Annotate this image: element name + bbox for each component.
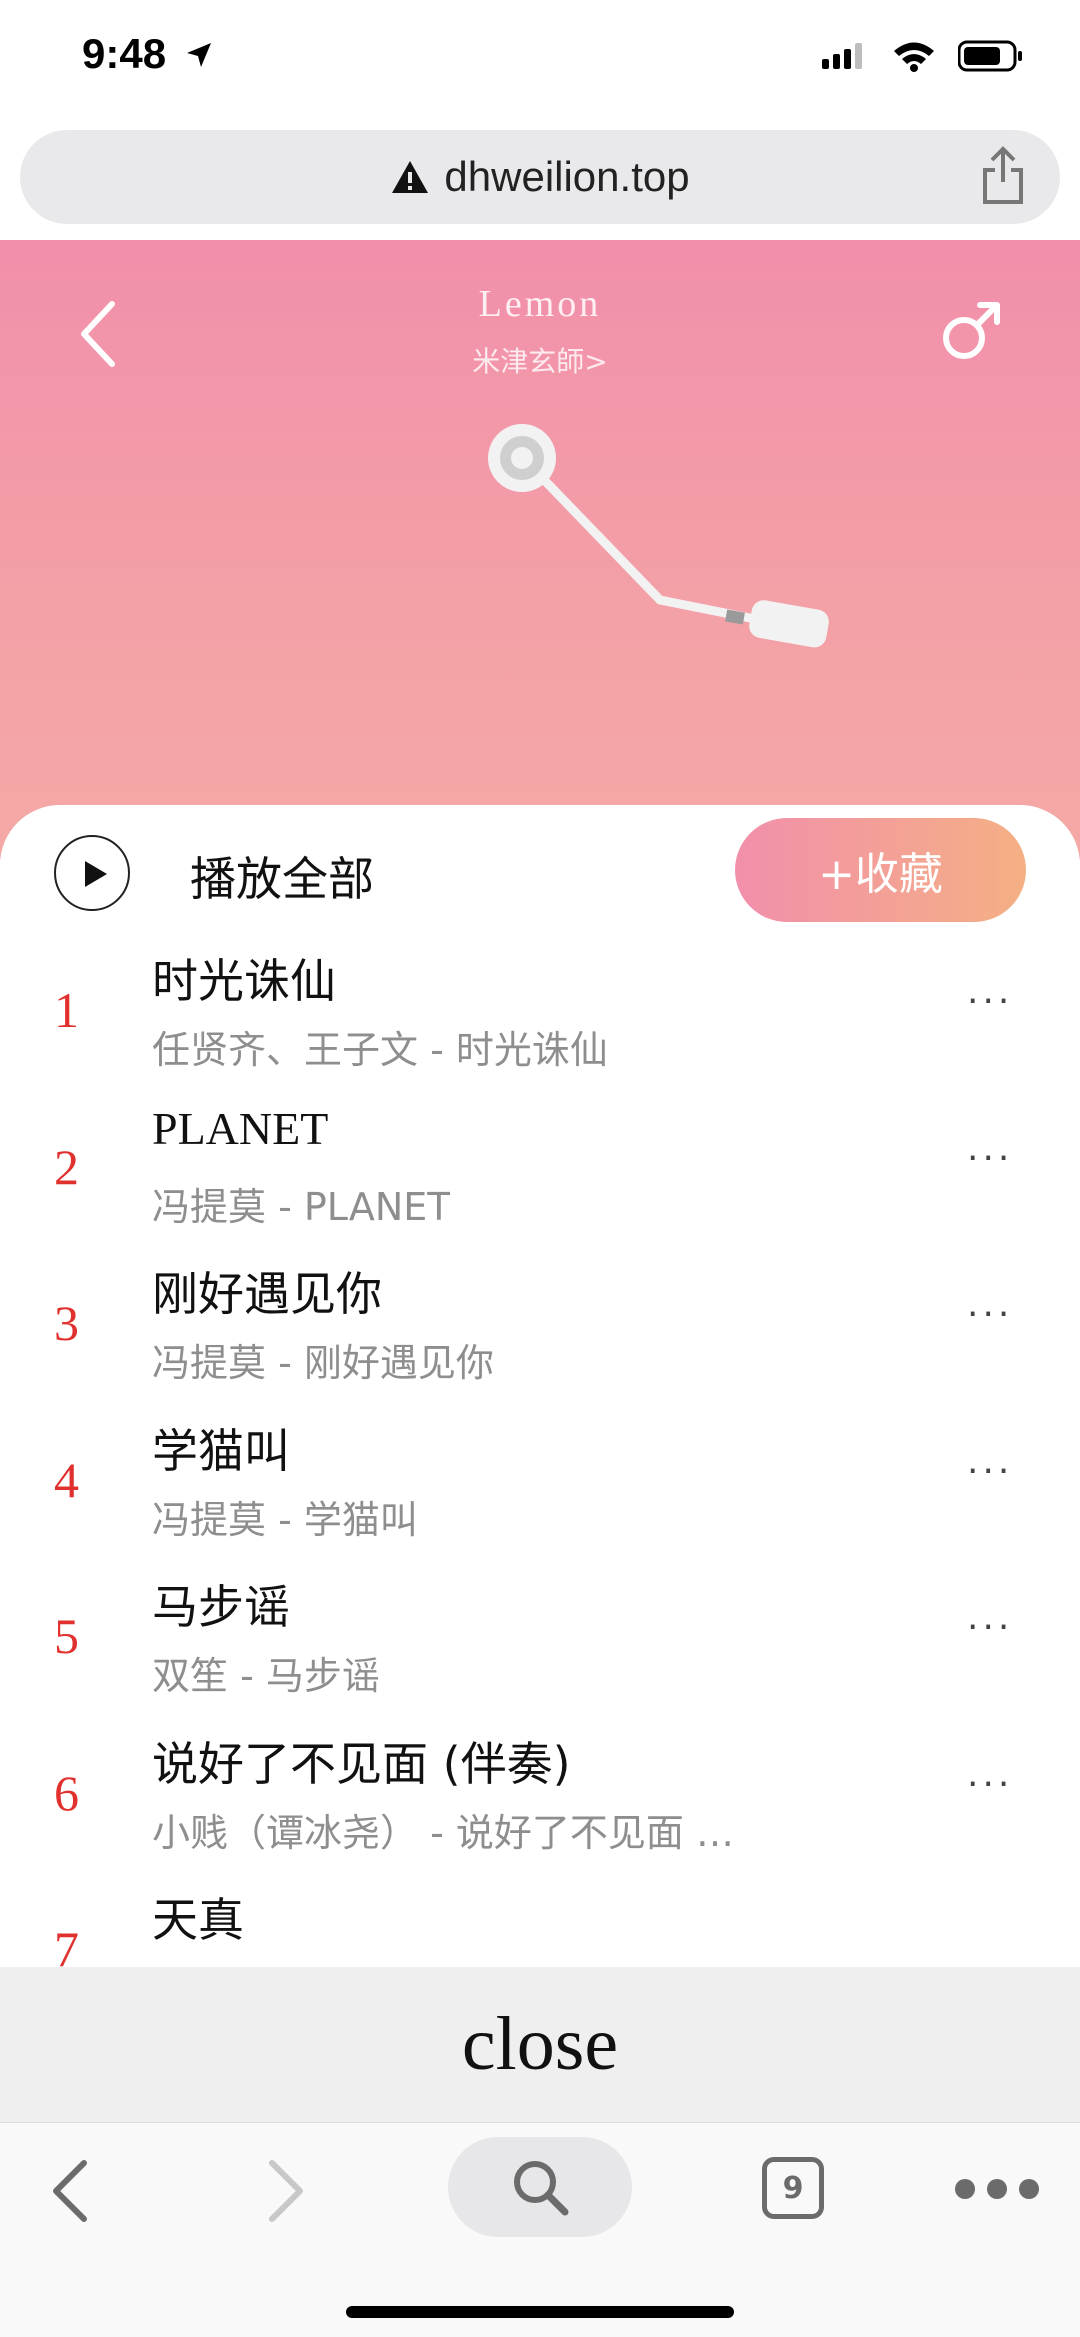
status-icons (822, 40, 1024, 72)
more-dot (955, 2179, 975, 2199)
address-bar[interactable]: dhweilion.top (20, 130, 1060, 224)
track-list: 1 时光诛仙 任贤齐、王子文 - 时光诛仙 ··· 2 PLANET 冯提莫 -… (0, 945, 1080, 1967)
browser-forward-icon[interactable] (264, 2159, 308, 2223)
more-dot (1019, 2179, 1039, 2199)
url-text: dhweilion.top (444, 153, 690, 200)
more-options-button[interactable]: ··· (967, 1294, 1013, 1335)
location-arrow-icon (186, 43, 211, 67)
track-index: 7 (54, 1921, 79, 1967)
track-index: 6 (54, 1764, 79, 1821)
status-bar: 9:48 (0, 0, 1080, 120)
track-subtitle: 双笙 - 马步谣 (152, 1654, 380, 1698)
track-subtitle: 冯提莫 - 刚好遇见你 (152, 1341, 494, 1385)
track-index: 1 (54, 982, 79, 1038)
browser-search-button[interactable] (448, 2137, 632, 2237)
play-all-button[interactable] (54, 835, 130, 911)
playlist-sheet: 播放全部 +收藏 1 时光诛仙 任贤齐、王子文 - 时光诛仙 ··· 2 PLA… (0, 805, 1080, 1967)
more-dot (987, 2179, 1007, 2199)
track-index: 3 (54, 1295, 79, 1351)
play-all-row: 播放全部 +收藏 (0, 805, 1080, 925)
wifi-icon (894, 42, 934, 72)
cellular-signal-icon (822, 43, 862, 69)
track-index: 4 (54, 1451, 79, 1508)
more-options-button[interactable]: ··· (967, 1451, 1013, 1492)
track-item[interactable]: 2 PLANET 冯提莫 - PLANET ··· (0, 1102, 1080, 1259)
track-subtitle: 冯提莫 - PLANET (152, 1184, 451, 1229)
battery-icon (958, 40, 1022, 72)
track-title: 马步谣 (152, 1580, 290, 1634)
close-button[interactable]: close (462, 2001, 618, 2088)
home-indicator (346, 2306, 734, 2318)
play-all-label[interactable]: 播放全部 (190, 843, 374, 909)
track-title: 天真 (152, 1893, 244, 1947)
track-item[interactable]: 5 马步谣 双笙 - 马步谣 ··· (0, 1571, 1080, 1728)
track-item[interactable]: 6 说好了不见面 (伴奏) 小贱（谭冰尧） - 说好了不见面 … ··· (0, 1728, 1080, 1885)
turntable (488, 424, 829, 648)
close-bar[interactable]: close (0, 1967, 1080, 2122)
more-options-button[interactable]: ··· (967, 1138, 1013, 1179)
song-title: Lemon (478, 283, 602, 325)
song-artist[interactable]: 米津玄師> (0, 340, 1080, 380)
more-options-button[interactable]: ··· (967, 1607, 1013, 1648)
track-title: PLANET (152, 1102, 329, 1154)
search-icon (514, 2161, 569, 2216)
browser-back-icon[interactable] (48, 2159, 92, 2223)
collect-button[interactable]: +收藏 (735, 818, 1026, 922)
track-title: 时光诛仙 (152, 954, 336, 1008)
more-menu-icon[interactable] (955, 2179, 1039, 2199)
track-subtitle: 小贱（谭冰尧） - 说好了不见面 … (152, 1810, 734, 1855)
track-subtitle: 冯提莫 - 学猫叫 (152, 1497, 418, 1542)
tabs-count-button[interactable]: 9 (762, 2157, 824, 2219)
track-index: 5 (54, 1608, 79, 1664)
track-subtitle: 任贤齐、王子文 - 时光诛仙 (152, 1028, 608, 1072)
more-options-button[interactable]: ··· (967, 1764, 1013, 1805)
track-title: 学猫叫 (152, 1423, 290, 1478)
player-header: Lemon 米津玄師> (0, 240, 1080, 860)
clock: 9:48 (82, 30, 167, 77)
male-symbol-icon[interactable] (940, 300, 1002, 362)
browser-toolbar: 9 (0, 2122, 1080, 2337)
track-item[interactable]: 7 天真 (0, 1884, 1080, 1967)
address-content: dhweilion.top (20, 130, 1060, 224)
track-index: 2 (54, 1138, 79, 1195)
status-time: 9:48 (82, 30, 214, 78)
track-item[interactable]: 1 时光诛仙 任贤齐、王子文 - 时光诛仙 ··· (0, 945, 1080, 1102)
tonearm-head (749, 600, 829, 648)
track-title: 刚好遇见你 (152, 1267, 382, 1321)
browser-address-area: dhweilion.top (0, 120, 1080, 240)
track-title: 说好了不见面 (伴奏) (152, 1736, 571, 1791)
warning-icon (392, 161, 429, 193)
share-icon[interactable] (980, 146, 1026, 206)
track-item[interactable]: 3 刚好遇见你 冯提莫 - 刚好遇见你 ··· (0, 1258, 1080, 1415)
track-item[interactable]: 4 学猫叫 冯提莫 - 学猫叫 ··· (0, 1415, 1080, 1572)
more-options-button[interactable]: ··· (967, 981, 1013, 1022)
